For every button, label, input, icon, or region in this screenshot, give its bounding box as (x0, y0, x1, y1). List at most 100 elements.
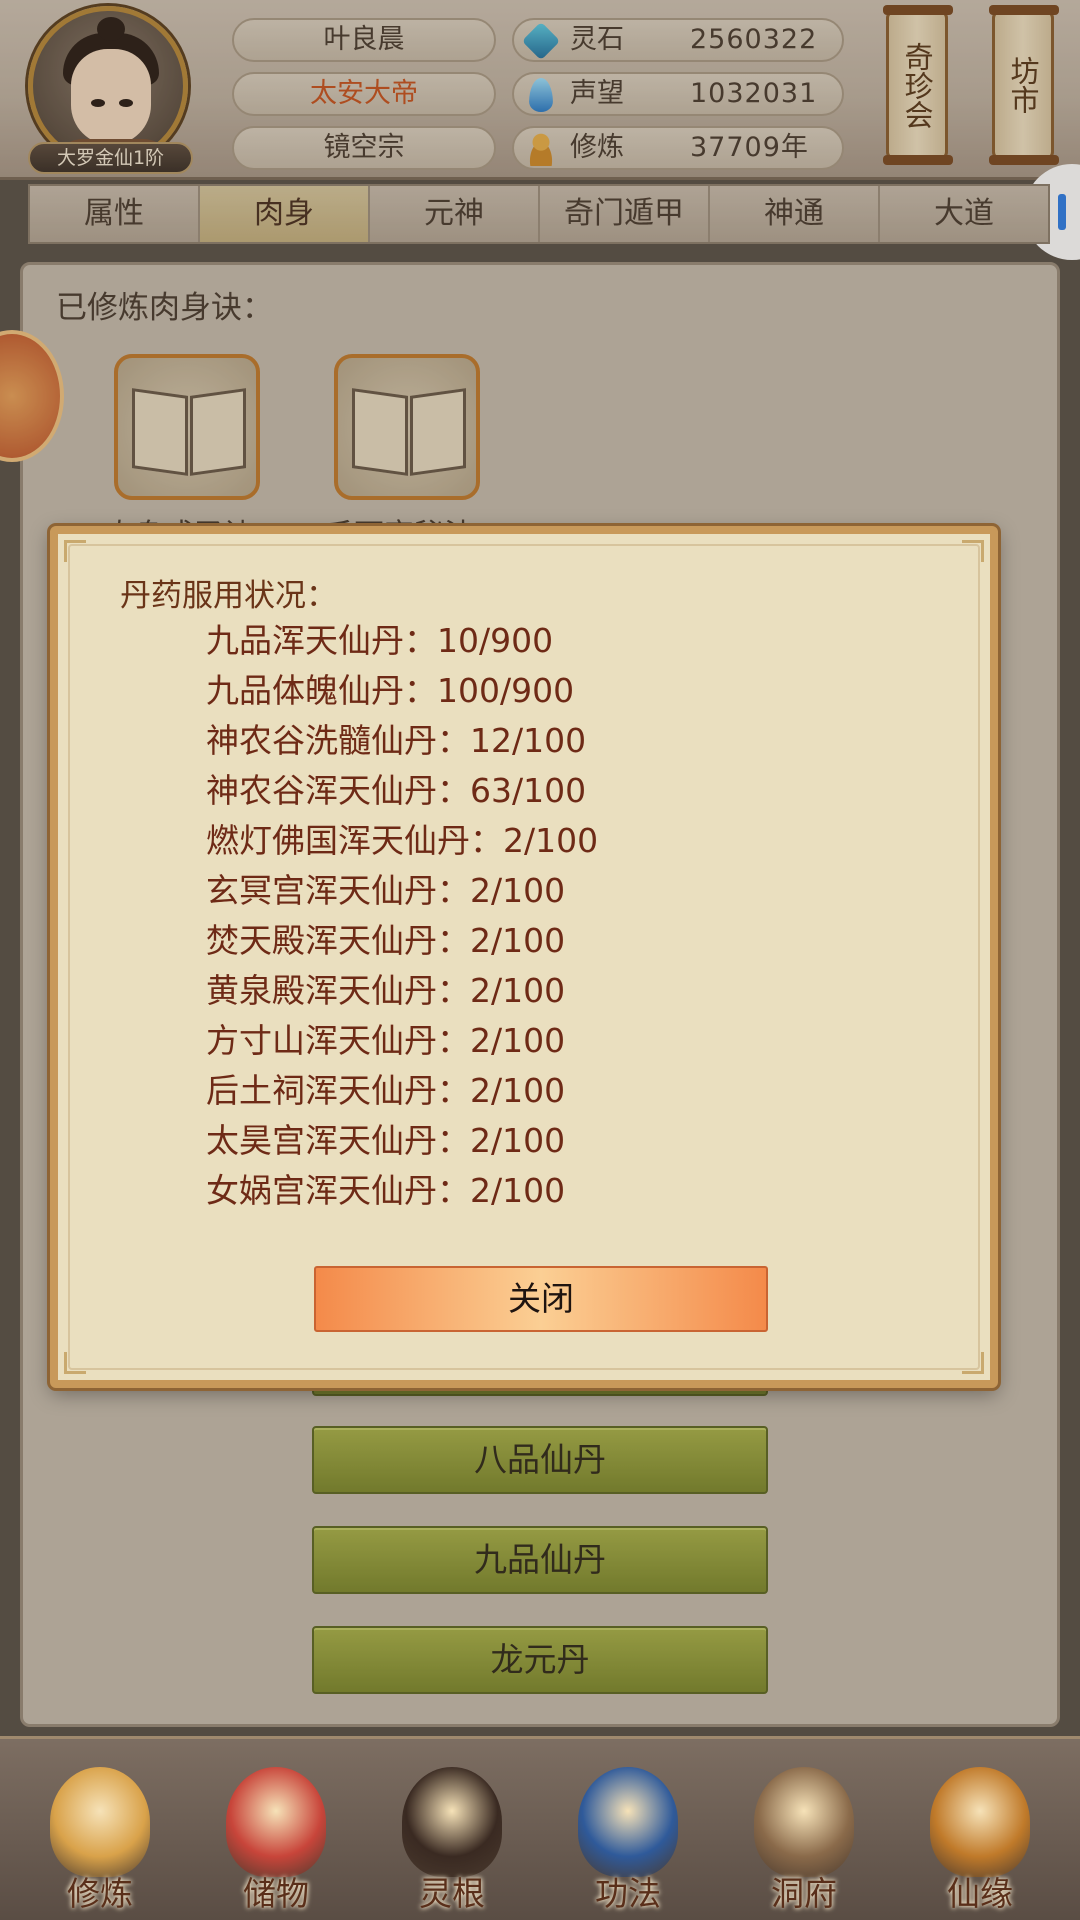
pill-count: 2/100 (470, 1071, 566, 1110)
ninth-grade-pill-button[interactable]: 九品仙丹 (312, 1526, 768, 1594)
dragon-origin-pill-button[interactable]: 龙元丹 (312, 1626, 768, 1694)
pill-row: 后土祠浑天仙丹：2/100 (206, 1066, 906, 1116)
pill-name: 太昊宫浑天仙丹 (206, 1121, 437, 1160)
nav-label: 灵根 (419, 1874, 485, 1913)
pill-count: 63/100 (470, 771, 587, 810)
pill-row: 玄冥宫浑天仙丹：2/100 (206, 866, 906, 916)
spirit-stone-icon (521, 21, 561, 61)
resource-cultivation: 修炼 37709年 (512, 126, 844, 170)
pill-row: 焚天殿浑天仙丹：2/100 (206, 916, 906, 966)
resource-value: 1032031 (690, 78, 818, 109)
pill-row: 神农谷洗髓仙丹：12/100 (206, 716, 906, 766)
tab-spirit[interactable]: 元神 (370, 186, 540, 242)
player-sect: 镜空宗 (232, 126, 496, 170)
nav-item-4[interactable]: 洞府 (724, 1739, 884, 1920)
bottom-nav: 修炼 储物 灵根 功法 洞府 仙缘 (0, 1736, 1080, 1920)
pill-count: 12/100 (470, 721, 587, 760)
book-slot[interactable] (114, 354, 260, 500)
pill-separator: ： (470, 821, 503, 860)
resource-value: 37709年 (690, 132, 809, 163)
pill-separator: ： (437, 1171, 470, 1210)
player-name: 叶良晨 (232, 18, 496, 62)
pill-name: 九品浑天仙丹 (206, 621, 404, 660)
tab-qimen[interactable]: 奇门遁甲 (540, 186, 710, 242)
prestige-icon (529, 78, 553, 112)
pill-row: 九品体魄仙丹：100/900 (206, 666, 906, 716)
pill-count: 2/100 (470, 1021, 566, 1060)
pill-count: 2/100 (470, 1121, 566, 1160)
resource-spirit-stone: 灵石 2560322 (512, 18, 844, 62)
treasure-fair-button[interactable]: 奇珍会 (883, 5, 953, 165)
technique-book-icon (578, 1767, 678, 1877)
nav-label: 洞府 (771, 1874, 837, 1913)
pill-name: 后土祠浑天仙丹 (206, 1071, 437, 1110)
pill-name: 九品体魄仙丹 (206, 671, 404, 710)
tab-body[interactable]: 肉身 (200, 186, 370, 242)
player-title: 太安大帝 (232, 72, 496, 116)
nav-item-0[interactable]: 修炼 (20, 1739, 180, 1920)
spirit-root-icon (402, 1767, 502, 1877)
resource-label: 声望 (570, 78, 624, 109)
pill-count: 2/100 (470, 871, 566, 910)
market-button[interactable]: 坊市 (989, 5, 1059, 165)
book-slot[interactable] (334, 354, 480, 500)
tab-dao[interactable]: 大道 (880, 186, 1048, 242)
nav-label: 仙缘 (947, 1874, 1013, 1913)
pill-status-list[interactable]: 九品浑天仙丹：10/900 九品体魄仙丹：100/900 神农谷洗髓仙丹：12/10… (206, 616, 906, 1236)
cultivation-icon (524, 132, 558, 166)
meditating-monk-icon (50, 1767, 150, 1877)
pill-name: 焚天殿浑天仙丹 (206, 921, 437, 960)
nav-item-2[interactable]: 灵根 (372, 1739, 532, 1920)
pill-separator: ： (437, 721, 470, 760)
nav-label: 修炼 (67, 1874, 133, 1913)
pill-name: 方寸山浑天仙丹 (206, 1021, 437, 1060)
nav-label: 功法 (595, 1874, 661, 1913)
resource-prestige: 声望 1032031 (512, 72, 844, 116)
player-avatar[interactable]: 大罗金仙1阶 (28, 6, 193, 174)
resource-label: 修炼 (570, 132, 624, 163)
pill-count: 2/100 (503, 821, 599, 860)
pill-row: 神农谷浑天仙丹：63/100 (206, 766, 906, 816)
pill-name: 神农谷洗髓仙丹 (206, 721, 437, 760)
pill-status-dialog: 丹药服用状况： 九品浑天仙丹：10/900 九品体魄仙丹：100/900 神农谷洗髓… (50, 526, 998, 1388)
pill-separator: ： (404, 671, 437, 710)
nav-label: 储物 (243, 1874, 309, 1913)
pill-name: 玄冥宫浑天仙丹 (206, 871, 437, 910)
pill-separator: ： (437, 971, 470, 1010)
practiced-label: 已修炼肉身诀： (56, 290, 273, 326)
pill-row: 黄泉殿浑天仙丹：2/100 (206, 966, 906, 1016)
dialog-title: 丹药服用状况： (120, 578, 337, 614)
pill-count: 2/100 (470, 971, 566, 1010)
pill-row: 太昊宫浑天仙丹：2/100 (206, 1116, 906, 1166)
pill-count: 10/900 (437, 621, 554, 660)
pill-separator: ： (437, 871, 470, 910)
tab-bar: 属性 肉身 元神 奇门遁甲 神通 大道 (28, 184, 1050, 244)
nav-item-3[interactable]: 功法 (548, 1739, 708, 1920)
tab-divine-powers[interactable]: 神通 (710, 186, 880, 242)
pill-separator: ： (437, 1021, 470, 1060)
pill-separator: ： (437, 771, 470, 810)
resource-value: 2560322 (690, 24, 818, 55)
nav-item-5[interactable]: 仙缘 (900, 1739, 1060, 1920)
top-bar: 大罗金仙1阶 叶良晨 太安大帝 镜空宗 灵石 2560322 声望 103203… (0, 0, 1080, 180)
pill-row: 九品浑天仙丹：10/900 (206, 616, 906, 666)
pill-name: 黄泉殿浑天仙丹 (206, 971, 437, 1010)
pill-row: 燃灯佛国浑天仙丹：2/100 (206, 816, 906, 866)
pill-count: 2/100 (470, 1171, 566, 1210)
pill-separator: ： (437, 1121, 470, 1160)
storage-bag-icon (226, 1767, 326, 1877)
pill-count: 100/900 (437, 671, 575, 710)
nav-item-1[interactable]: 储物 (196, 1739, 356, 1920)
pill-name: 女娲宫浑天仙丹 (206, 1171, 437, 1210)
pill-separator: ： (437, 1071, 470, 1110)
tab-attributes[interactable]: 属性 (30, 186, 200, 242)
close-button[interactable]: 关闭 (314, 1266, 768, 1332)
pill-name: 神农谷浑天仙丹 (206, 771, 437, 810)
pill-name: 燃灯佛国浑天仙丹 (206, 821, 470, 860)
eighth-grade-pill-button[interactable]: 八品仙丹 (312, 1426, 768, 1494)
pill-count: 2/100 (470, 921, 566, 960)
pill-row: 方寸山浑天仙丹：2/100 (206, 1016, 906, 1066)
pill-separator: ： (404, 621, 437, 660)
resource-label: 灵石 (570, 24, 624, 55)
cave-palace-icon (754, 1767, 854, 1877)
